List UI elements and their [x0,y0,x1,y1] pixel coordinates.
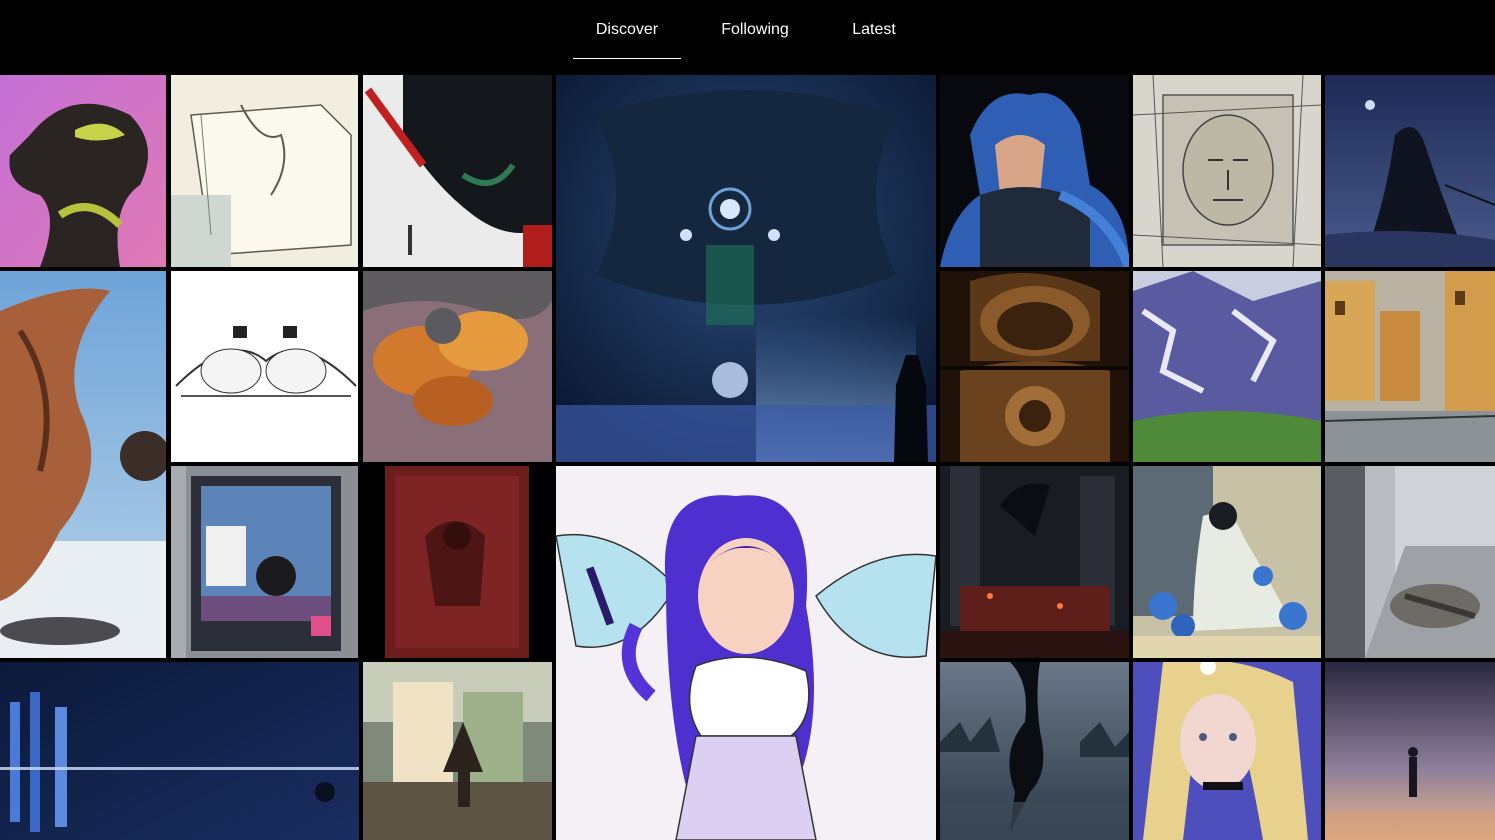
artwork-thumbnail[interactable] [1325,271,1495,462]
artwork-thumbnail[interactable] [940,662,1129,840]
artwork-thumbnail[interactable] [1325,466,1495,658]
artwork-thumbnail[interactable] [0,75,166,267]
artwork-thumbnail[interactable] [363,662,552,840]
artwork-thumbnail[interactable] [940,75,1129,267]
artwork-thumbnail[interactable] [0,271,166,658]
artwork-thumbnail[interactable] [556,466,936,840]
artwork-thumbnail[interactable] [940,271,1129,462]
artwork-thumbnail[interactable] [171,75,358,267]
artwork-thumbnail[interactable] [1325,662,1495,840]
artwork-thumbnail[interactable] [385,466,529,658]
artwork-thumbnail[interactable] [1133,75,1321,267]
artwork-thumbnail[interactable] [363,75,552,267]
artwork-thumbnail[interactable] [0,662,359,840]
artwork-thumbnail[interactable] [1133,271,1321,462]
artwork-thumbnail[interactable] [1325,75,1495,267]
artwork-thumbnail[interactable] [1133,662,1321,840]
artwork-thumbnail[interactable] [171,466,358,658]
artwork-thumbnail[interactable] [1133,466,1321,658]
artwork-grid [0,0,1495,840]
artwork-thumbnail[interactable] [556,75,936,462]
artwork-thumbnail[interactable] [171,271,358,462]
artwork-thumbnail[interactable] [363,271,552,462]
artwork-thumbnail[interactable] [940,466,1129,658]
